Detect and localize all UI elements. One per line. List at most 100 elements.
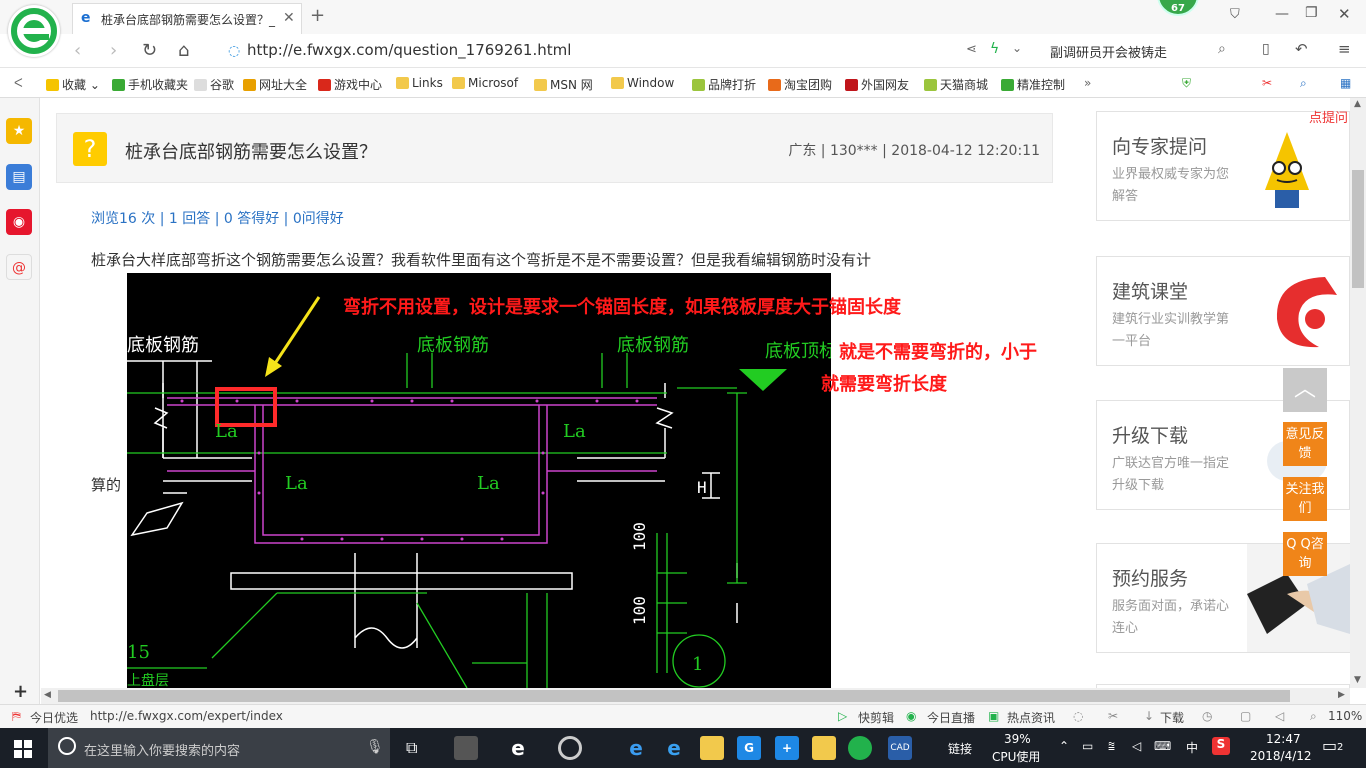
keyboard-icon[interactable]: ⌨ [1154, 739, 1171, 753]
refresh-icon[interactable]: ↻ [142, 40, 157, 61]
ad-card-ask-expert[interactable]: 向专家提问 业界最权威专家为您解答 点提问 [1096, 111, 1350, 221]
bookmarks-toggle-icon[interactable]: ᐸ [14, 76, 23, 90]
browser-logo-icon[interactable] [8, 5, 60, 57]
windows-start-icon[interactable] [14, 740, 32, 758]
bookmark-item[interactable]: 谷歌 [194, 76, 234, 93]
home-icon[interactable]: ⌂ [178, 40, 189, 61]
minimize-icon[interactable]: — [1275, 6, 1289, 22]
follow-us-button[interactable]: 关注我们 [1283, 477, 1327, 521]
scroll-up-icon[interactable]: ▲ [1354, 99, 1361, 109]
notes-app-icon[interactable] [812, 736, 836, 760]
news-icon[interactable]: ▤ [6, 164, 32, 190]
g-app-icon[interactable]: G [737, 736, 761, 760]
sogou-icon[interactable]: S [1212, 737, 1230, 755]
status-item[interactable]: 下载 [1160, 709, 1184, 726]
bookmark-item[interactable]: MSN 网 [534, 76, 593, 93]
status-item[interactable]: 热点资讯 [1007, 709, 1055, 726]
tray-link-label[interactable]: 链接 [948, 740, 972, 757]
ad-tag: 点提问 [1309, 111, 1349, 126]
wifi-icon[interactable]: ⩰ [1108, 739, 1115, 754]
phone-icon[interactable]: ▯ [1262, 41, 1270, 57]
scroll-down-icon[interactable]: ▼ [1354, 675, 1361, 685]
undo-icon[interactable]: ↶ [1295, 40, 1308, 58]
bookmark-item[interactable]: 手机收藏夹 [112, 76, 188, 93]
search-icon[interactable]: ⌕ [1300, 76, 1307, 91]
star-icon[interactable]: ★ [6, 118, 32, 144]
notification-icon[interactable]: ▭ [1322, 736, 1337, 755]
horizontal-scroll-thumb[interactable] [58, 690, 1290, 702]
bookmark-item[interactable]: Window [611, 76, 674, 90]
zoom-level[interactable]: 110% [1328, 709, 1362, 723]
ad-card-classroom[interactable]: 建筑课堂 建筑行业实训教学第一平台 [1096, 256, 1350, 366]
scissors-icon[interactable]: ✂ [1262, 76, 1272, 90]
back-to-top-button[interactable]: ︿ [1283, 368, 1327, 412]
bookmark-item[interactable]: Microsof [452, 76, 518, 90]
status-left-label[interactable]: 今日优选 [30, 709, 78, 726]
url-field[interactable]: http://e.fwxgx.com/question_1769261.html [247, 41, 571, 59]
bookmark-item[interactable]: 天猫商城 [924, 76, 988, 93]
clock-date[interactable]: 2018/4/12 [1250, 749, 1312, 763]
scroll-right-icon[interactable]: ▶ [1338, 690, 1345, 700]
bookmark-item[interactable]: 品牌打折 [692, 76, 756, 93]
mute-icon[interactable]: ◁ [1275, 709, 1284, 723]
feedback-button[interactable]: 意见反馈 [1283, 422, 1327, 466]
green-browser-icon[interactable] [848, 736, 872, 760]
new-tab-button[interactable]: + [310, 5, 325, 26]
ie-icon[interactable]: e [662, 736, 686, 760]
menu-icon[interactable]: ≡ [1338, 40, 1351, 58]
bookmark-item[interactable]: 外国网友 [845, 76, 909, 93]
add-icon[interactable]: + [13, 681, 28, 702]
vertical-scroll-thumb[interactable] [1352, 170, 1364, 288]
browser-tab[interactable]: e 桩承台底部钢筋需要怎么设置？_ ✕ [72, 3, 302, 34]
tools-icon[interactable]: ✂ [1108, 709, 1118, 723]
edge-icon[interactable]: e [624, 736, 648, 760]
weibo-icon[interactable]: ◉ [6, 209, 32, 235]
taskbar-search[interactable]: 在这里输入你要搜索的内容 🎙︎ [48, 728, 390, 768]
folder-icon[interactable] [700, 736, 724, 760]
tray-app-icon[interactable]: ▭ [1082, 739, 1093, 753]
status-item[interactable]: 快剪辑 [858, 709, 894, 726]
bookmark-item[interactable]: 游戏中心 [318, 76, 382, 93]
bookmark-item[interactable]: 收藏 ⌄ [46, 76, 100, 93]
plus-app-icon[interactable]: + [775, 736, 799, 760]
ie-browser-icon[interactable]: e [506, 736, 530, 760]
pinwheel-app-icon[interactable] [454, 736, 478, 760]
notification-badge[interactable]: 67 [1157, 0, 1199, 16]
search-icon[interactable]: ⌕ [1218, 41, 1226, 57]
chrome-like-icon[interactable] [558, 736, 582, 760]
history-icon[interactable]: ◷ [1202, 709, 1212, 723]
back-icon[interactable]: ‹ [74, 40, 81, 61]
volume-icon[interactable]: ◁ [1132, 739, 1141, 753]
mail-icon[interactable]: @ [6, 254, 32, 280]
chevron-down-icon[interactable]: ⌄ [1012, 41, 1022, 55]
page-title: 桩承台底部钢筋需要怎么设置？ [125, 142, 377, 163]
bookmark-item[interactable]: 淘宝团购 [768, 76, 832, 93]
scroll-left-icon[interactable]: ◀ [44, 690, 51, 700]
question-stats[interactable]: 浏览16 次 | 1 回答 | 0 答得好 | 0问得好 [91, 208, 344, 228]
bookmark-item[interactable]: 精准控制 [1001, 76, 1065, 93]
bookmark-item[interactable]: 网址大全 [243, 76, 307, 93]
maximize-icon[interactable]: ❐ [1305, 5, 1318, 21]
qq-consult-button[interactable]: Q Q咨询 [1283, 532, 1327, 576]
close-icon[interactable]: ✕ [283, 10, 295, 26]
window-icon[interactable]: ▢ [1240, 709, 1251, 723]
forward-icon[interactable]: › [110, 40, 117, 61]
grid-icon[interactable]: ▦ [1340, 76, 1351, 90]
shield-icon[interactable]: ⛨ [1182, 76, 1191, 91]
microphone-icon[interactable]: 🎙︎ [366, 739, 384, 755]
lightning-icon[interactable]: ϟ [990, 41, 999, 57]
status-item[interactable]: 今日直播 [927, 709, 975, 726]
search-box[interactable]: 副调研员开会被铸走 [1050, 42, 1167, 61]
cad-app-icon[interactable]: CAD [888, 736, 912, 760]
clock-time[interactable]: 12:47 [1266, 732, 1301, 746]
more-icon[interactable]: » [1084, 76, 1091, 90]
close-window-icon[interactable]: ✕ [1338, 5, 1351, 23]
share-icon[interactable]: ⋖ [966, 42, 977, 57]
task-view-icon[interactable]: ⧉ [406, 738, 417, 758]
shirt-icon[interactable]: ⛉ [1230, 7, 1240, 22]
chevron-up-icon[interactable]: ⌃ [1059, 739, 1069, 753]
bookmark-item[interactable]: Links [396, 76, 443, 90]
zoom-icon[interactable]: ⌕ [1310, 709, 1317, 724]
speed-icon[interactable]: ◌ [1073, 709, 1083, 723]
ime-indicator[interactable]: 中 [1186, 739, 1198, 756]
